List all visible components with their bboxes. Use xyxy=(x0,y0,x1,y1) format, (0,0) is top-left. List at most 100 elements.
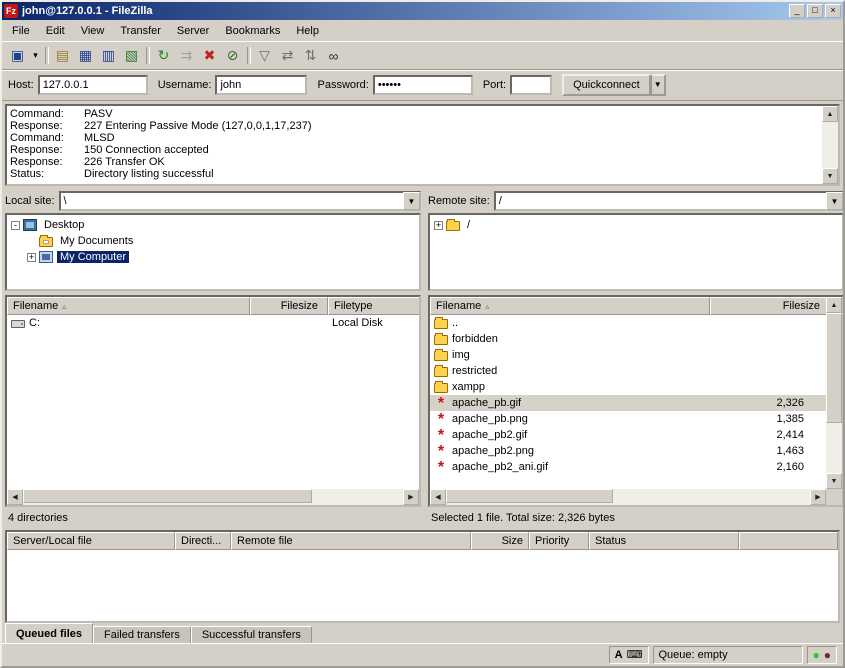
combo-dropdown-icon[interactable]: ▼ xyxy=(403,192,420,210)
img[interactable]: img xyxy=(430,347,842,363)
menu-server[interactable]: Server xyxy=(169,22,217,40)
toolbar-button-icon: ▾ xyxy=(33,50,38,61)
tree-expander-icon[interactable]: + xyxy=(434,221,443,230)
vertical-splitter[interactable] xyxy=(421,189,428,527)
local-tree-toggle-button[interactable]: ▦ xyxy=(74,44,97,67)
remote-site-combo[interactable]: / ▼ xyxy=(494,191,844,211)
quickconnect-dropdown[interactable]: ▼ xyxy=(651,74,666,96)
remote-tree-toggle-button[interactable]: ▥ xyxy=(97,44,120,67)
file-size: 1,463 xyxy=(710,445,828,457)
scroll-up-icon[interactable]: ▲ xyxy=(822,106,838,122)
apache_pb2_ani.gif[interactable]: apache_pb2_ani.gif 2,160 xyxy=(430,459,842,475)
remote-horizontal-scrollbar[interactable]: ◀ ▶ xyxy=(430,489,826,505)
title-bar[interactable]: Fz john@127.0.0.1 - FileZilla _ □ × xyxy=(2,2,843,20)
combo-dropdown-icon[interactable]: ▼ xyxy=(826,192,843,210)
close-button[interactable]: × xyxy=(825,4,841,18)
local-horizontal-scrollbar[interactable]: ◀ ▶ xyxy=(7,489,419,505)
remote-file-list: Filename▵ Filesize .. forbidden xyxy=(428,295,844,507)
scrollbar-thumb[interactable] xyxy=(826,313,842,423)
column-header[interactable]: Priority xyxy=(529,532,589,550)
file-icon xyxy=(434,429,448,441)
quickconnect-button[interactable]: Quickconnect xyxy=(562,74,651,96)
port-input[interactable] xyxy=(510,75,552,95)
scrollbar-thumb[interactable] xyxy=(23,489,312,503)
find-button[interactable]: ∞ xyxy=(322,44,345,67)
scroll-down-icon[interactable]: ▼ xyxy=(826,473,842,489)
site-manager-dropdown[interactable]: ▾ xyxy=(29,44,42,67)
log-scrollbar[interactable]: ▲ ▼ xyxy=(822,106,838,184)
menu-bookmarks[interactable]: Bookmarks xyxy=(217,22,288,40)
apache_pb2.png[interactable]: apache_pb2.png 1,463 xyxy=(430,443,842,459)
column-header[interactable]: Filesize xyxy=(250,297,328,315)
column-header[interactable]: Filename▵ xyxy=(430,297,710,315)
restricted[interactable]: restricted xyxy=(430,363,842,379)
column-header[interactable]: Size xyxy=(471,532,529,550)
tree-expander-icon[interactable]: - xyxy=(11,221,20,230)
local-tree: - Desktop My Documents + My Computer xyxy=(5,213,421,291)
forbidden[interactable]: forbidden xyxy=(430,331,842,347)
scroll-down-icon[interactable]: ▼ xyxy=(822,168,838,184)
queue-toggle-button[interactable]: ▧ xyxy=(120,44,143,67)
column-header[interactable]: Filename▵ xyxy=(7,297,250,315)
tree-item[interactable]: + My Computer xyxy=(7,249,419,265)
filter-button[interactable]: ▽ xyxy=(253,44,276,67)
toolbar-button xyxy=(143,44,152,67)
C:[interactable]: C: Local Disk xyxy=(7,315,419,331)
column-header[interactable]: Server/Local file xyxy=(7,532,175,550)
cancel-button[interactable]: ✖ xyxy=(198,44,221,67)
sync-browsing-button[interactable]: ⇅ xyxy=(299,44,322,67)
speed-limits-icon[interactable]: ⌨ xyxy=(627,647,643,663)
..[interactable]: .. xyxy=(430,315,842,331)
app-icon: Fz xyxy=(4,4,18,18)
host-input[interactable] xyxy=(38,75,148,95)
scrollbar-thumb[interactable] xyxy=(446,489,613,503)
tree-item[interactable]: My Documents xyxy=(7,233,419,249)
scroll-right-icon[interactable]: ▶ xyxy=(810,489,826,505)
menu-file[interactable]: File xyxy=(4,22,38,40)
tree-item-icon xyxy=(39,251,53,263)
apache_pb.gif[interactable]: apache_pb.gif 2,326 xyxy=(430,395,842,411)
refresh-button[interactable]: ↻ xyxy=(152,44,175,67)
tree-item[interactable]: + / xyxy=(430,217,842,233)
menu-transfer[interactable]: Transfer xyxy=(112,22,169,40)
file-size: 2,160 xyxy=(710,461,828,473)
tab-successful-transfers[interactable]: Successful transfers xyxy=(191,626,312,643)
scroll-up-icon[interactable]: ▲ xyxy=(826,297,842,313)
column-header[interactable]: Remote file xyxy=(231,532,471,550)
disconnect-button[interactable]: ⊘ xyxy=(221,44,244,67)
tree-item[interactable]: - Desktop xyxy=(7,217,419,233)
transfer-type-icon[interactable]: A xyxy=(615,647,623,663)
log-line-label: Command: xyxy=(10,108,84,120)
apache_pb2.gif[interactable]: apache_pb2.gif 2,414 xyxy=(430,427,842,443)
username-input[interactable] xyxy=(215,75,307,95)
site-manager-button[interactable]: ▣ xyxy=(6,44,29,67)
local-pane: Local site: \ ▼ - Desktop xyxy=(5,189,421,527)
maximize-button[interactable]: □ xyxy=(807,4,823,18)
scroll-right-icon[interactable]: ▶ xyxy=(403,489,419,505)
minimize-button[interactable]: _ xyxy=(789,4,805,18)
tree-expander-icon[interactable]: + xyxy=(27,253,36,262)
remote-vertical-scrollbar[interactable]: ▲ ▼ xyxy=(826,297,842,489)
menu-help[interactable]: Help xyxy=(288,22,327,40)
log-line-label: Command: xyxy=(10,132,84,144)
tab-queued-files[interactable]: Queued files xyxy=(5,623,93,643)
column-header[interactable]: Filetype xyxy=(328,297,420,315)
menu-edit[interactable]: Edit xyxy=(38,22,73,40)
menu-view[interactable]: View xyxy=(73,22,113,40)
log-line-text: MLSD xyxy=(84,132,115,144)
xampp[interactable]: xampp xyxy=(430,379,842,395)
scroll-left-icon[interactable]: ◀ xyxy=(430,489,446,505)
message-log-toggle-button[interactable]: ▤ xyxy=(51,44,74,67)
log-line-label: Response: xyxy=(10,144,84,156)
apache_pb.png[interactable]: apache_pb.png 1,385 xyxy=(430,411,842,427)
scroll-left-icon[interactable]: ◀ xyxy=(7,489,23,505)
column-header[interactable]: Directi... xyxy=(175,532,231,550)
local-site-combo[interactable]: \ ▼ xyxy=(59,191,421,211)
column-header[interactable]: Status xyxy=(589,532,739,550)
column-header[interactable]: Filesize xyxy=(710,297,830,315)
password-input[interactable] xyxy=(373,75,473,95)
tab-failed-transfers[interactable]: Failed transfers xyxy=(93,626,191,643)
compare-button[interactable]: ⇄ xyxy=(276,44,299,67)
log-line-label: Response: xyxy=(10,120,84,132)
column-header[interactable]: L xyxy=(420,297,421,315)
